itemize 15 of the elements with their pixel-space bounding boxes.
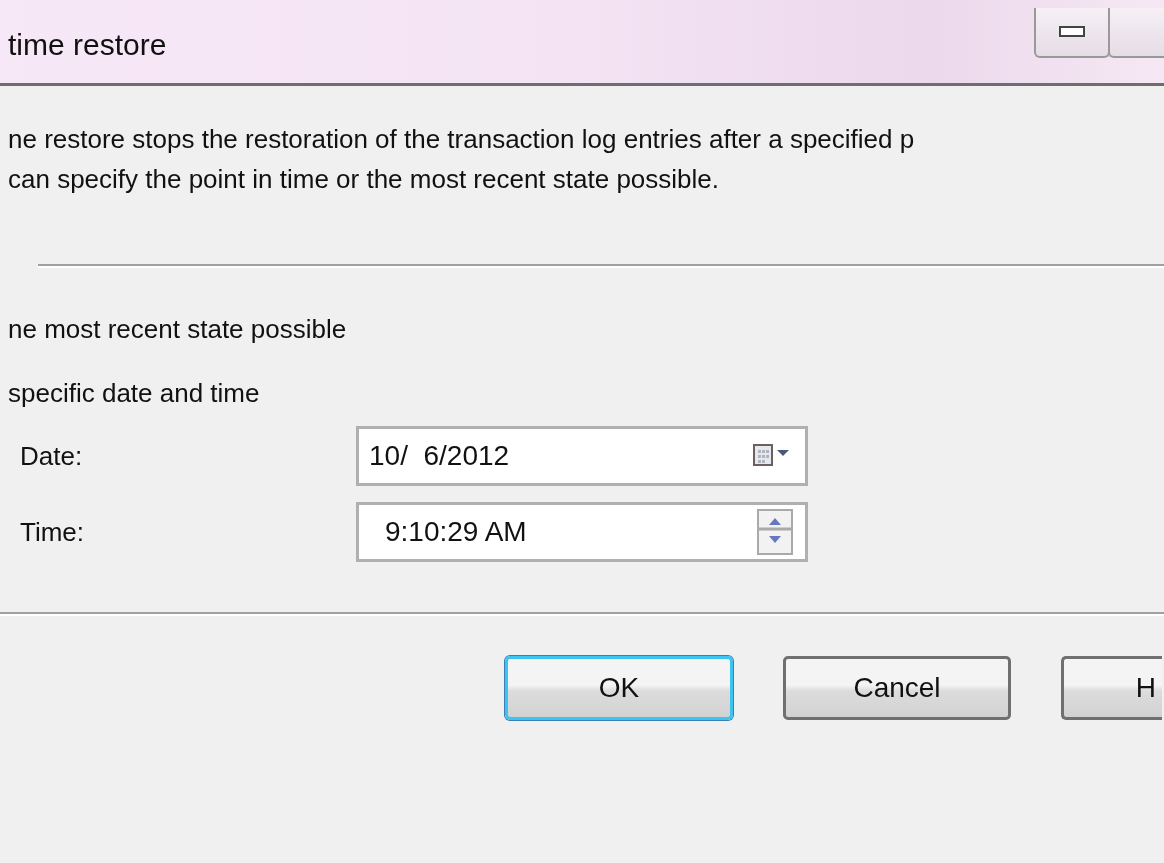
dialog-button[interactable]: OK xyxy=(505,656,733,720)
spinner-icon[interactable] xyxy=(757,509,793,555)
field-label: Date: xyxy=(19,440,84,472)
date-picker-field[interactable]: 10/ 6/2012 xyxy=(356,426,808,486)
description-text: can specify the point in time or the most recent state possible. xyxy=(8,163,721,196)
time-spinner-field[interactable]: 9:10:29 AM xyxy=(356,502,808,562)
dialog-button[interactable]: Cancel xyxy=(783,656,1011,720)
radio-option-label[interactable]: ne most recent state possible xyxy=(8,312,1164,346)
minimize-icon xyxy=(1059,26,1085,38)
description-text: ne restore stops the restoration of the transaction log entries after a specified p xyxy=(8,123,916,156)
window-title: time restore xyxy=(8,27,167,62)
dialog-button[interactable]: H xyxy=(1061,656,1162,720)
field-label: Time: xyxy=(19,516,86,548)
minimize-button[interactable] xyxy=(1034,8,1110,58)
radio-option-label[interactable]: specific date and time xyxy=(8,376,1164,410)
